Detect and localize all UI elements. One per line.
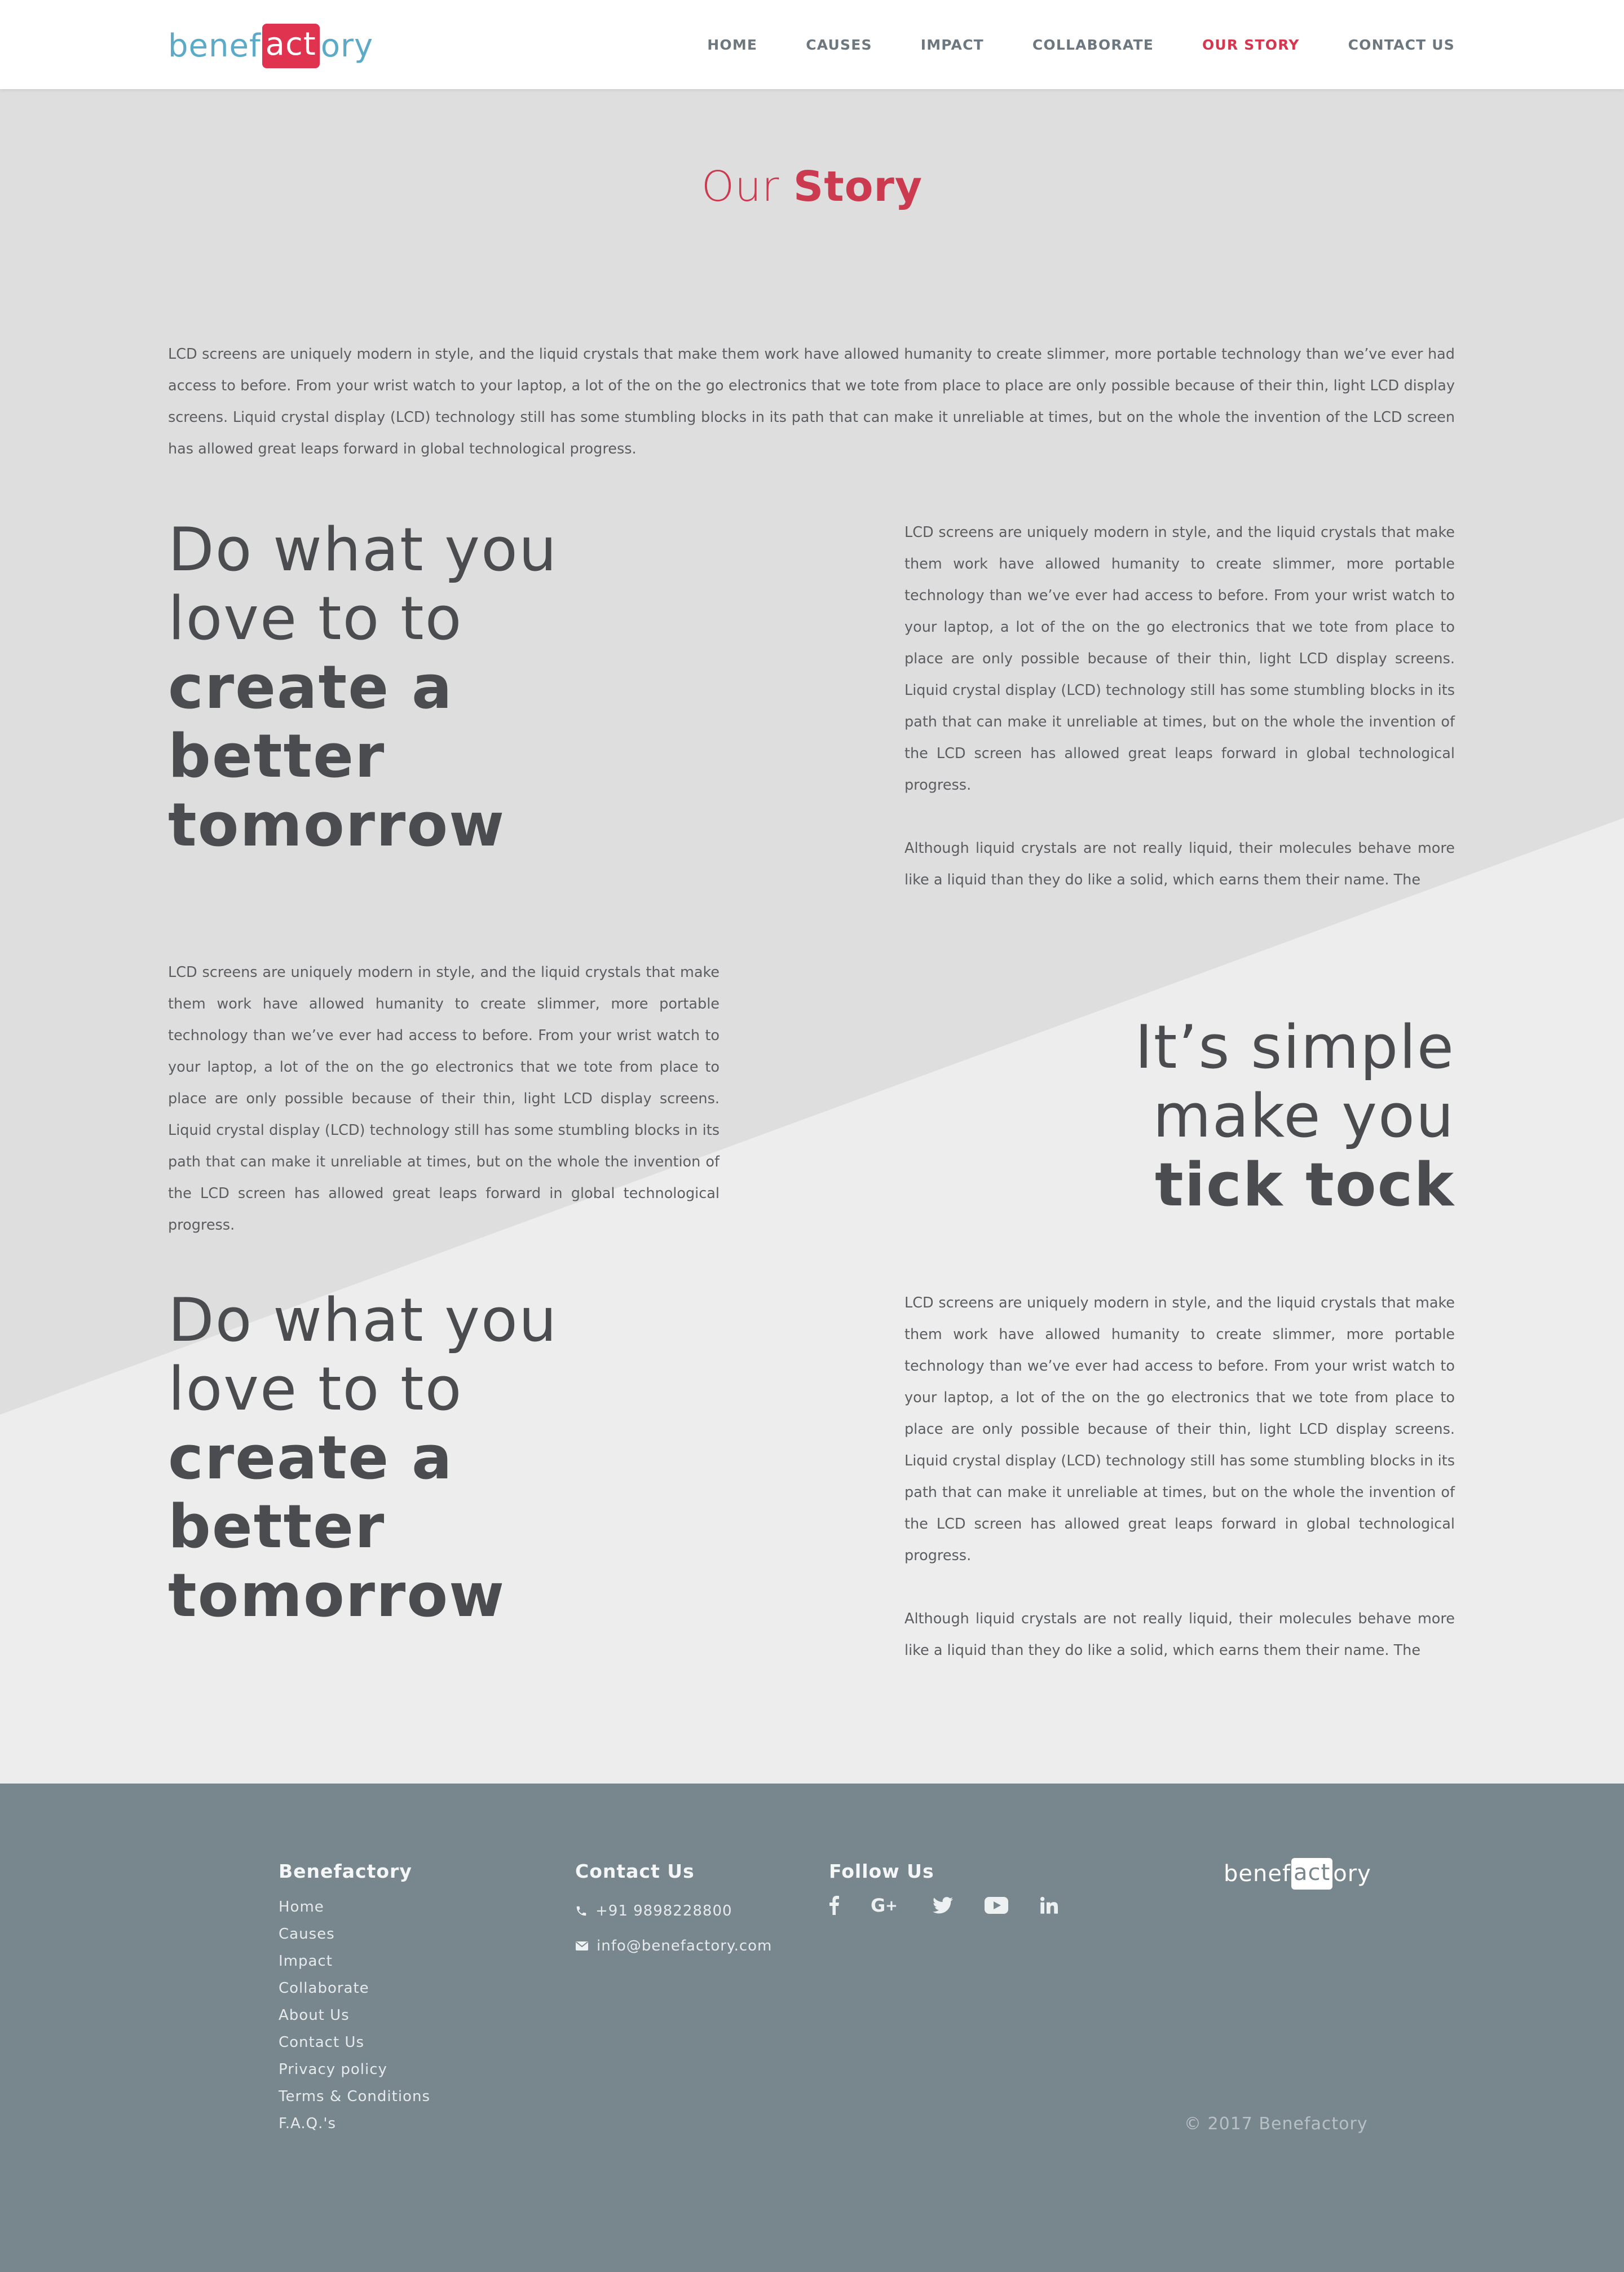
footer-logo-pre: benef bbox=[1224, 1861, 1291, 1887]
nav-causes[interactable]: CAUSES bbox=[806, 37, 872, 53]
svg-text:G: G bbox=[871, 1896, 885, 1915]
headline-bold-line: better bbox=[168, 1492, 386, 1561]
headline-line: Do what you bbox=[168, 1285, 558, 1355]
headline-bold-line: create a bbox=[168, 1423, 453, 1492]
phone-icon bbox=[576, 1906, 586, 1916]
footer-phone[interactable]: +91 9898228800 bbox=[575, 1894, 772, 1928]
logo-text-pre: benef bbox=[168, 27, 261, 64]
headline-line: love to to bbox=[168, 584, 463, 653]
twitter-icon[interactable] bbox=[933, 1897, 953, 1914]
intro-paragraph: LCD screens are uniquely modern in style… bbox=[168, 346, 1455, 457]
section3-paragraph-continued: Although liquid crystals are not really … bbox=[904, 1610, 1455, 1659]
page-title-bold: Story bbox=[793, 162, 923, 211]
facebook-icon[interactable] bbox=[829, 1896, 839, 1915]
headline-its-simple: It’s simple make you tick tock bbox=[891, 1013, 1455, 1219]
footer-links: Home Causes Impact Collaborate About Us … bbox=[279, 1894, 430, 2137]
headline-bold-line: better bbox=[168, 721, 386, 791]
section3-paragraph: LCD screens are uniquely modern in style… bbox=[904, 1294, 1455, 1564]
footer-follow-column: Follow Us G + bbox=[829, 1860, 1089, 1915]
page-title: Our Story bbox=[0, 162, 1624, 211]
footer-logo-post: ory bbox=[1333, 1861, 1371, 1887]
footer-link-causes[interactable]: Causes bbox=[279, 1921, 430, 1948]
copyright-text: © 2017 Benefactory bbox=[1184, 2114, 1368, 2134]
nav-home[interactable]: HOME bbox=[707, 37, 757, 53]
youtube-icon[interactable] bbox=[985, 1897, 1008, 1914]
footer-contact-heading: Contact Us bbox=[575, 1860, 695, 1882]
page-title-light: Our bbox=[701, 162, 793, 211]
site-header: benef act ory HOME CAUSES IMPACT COLLABORA… bbox=[0, 0, 1624, 89]
svg-text:+: + bbox=[885, 1897, 898, 1914]
headline-bold-line: tick tock bbox=[1154, 1150, 1455, 1219]
site-logo[interactable]: benef act ory bbox=[168, 20, 373, 71]
footer-brand-column: Benefactory Home Causes Impact Collabora… bbox=[279, 1860, 430, 2137]
nav-our-story[interactable]: OUR STORY bbox=[1202, 37, 1300, 53]
section1-paragraph-continued: Although liquid crystals are not really … bbox=[904, 840, 1455, 888]
footer-logo[interactable]: benef act ory bbox=[1224, 1858, 1371, 1890]
headline-line: make you bbox=[1153, 1081, 1455, 1151]
headline-line: Do what you bbox=[168, 515, 558, 584]
footer-link-home[interactable]: Home bbox=[279, 1894, 430, 1921]
logo-text-post: ory bbox=[320, 27, 374, 64]
headline-bold-line: tomorrow bbox=[168, 790, 506, 860]
envelope-icon bbox=[576, 1941, 588, 1950]
main-nav: HOME CAUSES IMPACT COLLABORATE OUR STORY… bbox=[659, 0, 1455, 89]
footer-logo-act: act bbox=[1291, 1858, 1333, 1890]
nav-contact-us[interactable]: CONTACT US bbox=[1348, 37, 1455, 53]
footer-link-collaborate[interactable]: Collaborate bbox=[279, 1975, 430, 2002]
footer-link-contact-us[interactable]: Contact Us bbox=[279, 2029, 430, 2056]
google-plus-icon[interactable]: G + bbox=[871, 1896, 901, 1915]
section1-paragraph: LCD screens are uniquely modern in style… bbox=[904, 524, 1455, 794]
logo-text-act: act bbox=[262, 23, 320, 68]
footer-email[interactable]: info@benefactory.com bbox=[575, 1928, 772, 1963]
nav-collaborate[interactable]: COLLABORATE bbox=[1032, 37, 1154, 53]
footer-email-text: info@benefactory.com bbox=[597, 1938, 773, 1954]
linkedin-icon[interactable] bbox=[1040, 1896, 1058, 1914]
headline-line: love to to bbox=[168, 1354, 463, 1424]
headline-line: It’s simple bbox=[1135, 1012, 1455, 1082]
headline-do-what-you-love-1: Do what you love to to create a better t… bbox=[168, 516, 676, 860]
footer-brand-heading: Benefactory bbox=[279, 1860, 412, 1882]
footer-phone-text: +91 9898228800 bbox=[595, 1903, 732, 1919]
section2-paragraph: LCD screens are uniquely modern in style… bbox=[168, 964, 720, 1234]
site-footer: Benefactory Home Causes Impact Collabora… bbox=[0, 1784, 1624, 2272]
footer-link-faq[interactable]: F.A.Q.'s bbox=[279, 2110, 430, 2137]
footer-link-privacy-policy[interactable]: Privacy policy bbox=[279, 2056, 430, 2083]
footer-contact-column: Contact Us +91 9898228800 info@benefacto… bbox=[575, 1860, 772, 1963]
footer-follow-heading: Follow Us bbox=[829, 1860, 934, 1882]
nav-impact[interactable]: IMPACT bbox=[921, 37, 984, 53]
footer-link-about-us[interactable]: About Us bbox=[279, 2002, 430, 2029]
footer-link-impact[interactable]: Impact bbox=[279, 1948, 430, 1975]
footer-link-terms[interactable]: Terms & Conditions bbox=[279, 2083, 430, 2110]
headline-bold-line: tomorrow bbox=[168, 1561, 506, 1630]
headline-do-what-you-love-2: Do what you love to to create a better t… bbox=[168, 1286, 676, 1630]
social-icons: G + bbox=[829, 1896, 1089, 1915]
headline-bold-line: create a bbox=[168, 653, 453, 722]
